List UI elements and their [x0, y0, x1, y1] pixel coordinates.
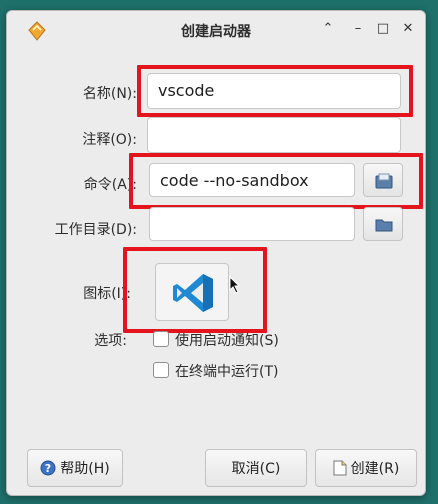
help-icon: ?: [40, 460, 56, 476]
command-label: 命令(A):: [83, 177, 137, 193]
workdir-field[interactable]: [149, 207, 355, 241]
folder-icon: [375, 219, 393, 232]
create-button-label: 创建(R): [350, 461, 400, 477]
create-launcher-dialog: 创建启动器 ⌃ – □ ✕ 名称(N): vscode 注释(O): 命令(A)…: [6, 10, 426, 496]
notify-option-label[interactable]: 使用启动通知(S): [175, 330, 279, 350]
minimize-icon[interactable]: –: [349, 20, 367, 38]
mouse-cursor-icon: [229, 276, 241, 294]
browse-directory-button[interactable]: [363, 207, 403, 241]
icon-highlight-box: [123, 247, 267, 333]
close-icon[interactable]: ✕: [399, 20, 417, 38]
svg-text:?: ?: [45, 462, 51, 475]
comment-label: 注释(O):: [82, 132, 137, 148]
name-highlight-box: [137, 65, 413, 117]
help-button-label: 帮助(H): [60, 461, 110, 477]
comment-field[interactable]: [147, 117, 401, 153]
help-button[interactable]: ? 帮助(H): [27, 449, 123, 487]
command-highlight-box: [129, 153, 423, 209]
create-button[interactable]: 创建(R): [315, 449, 417, 487]
name-label: 名称(N):: [82, 86, 137, 102]
terminal-option-label[interactable]: 在终端中运行(T): [175, 361, 278, 381]
options-label: 选项:: [94, 333, 127, 349]
icon-label: 图标(I):: [83, 286, 131, 302]
maximize-icon[interactable]: □: [374, 20, 392, 38]
terminal-checkbox[interactable]: [153, 362, 169, 378]
notify-checkbox[interactable]: [153, 331, 169, 347]
chevron-up-icon[interactable]: ⌃: [319, 20, 337, 38]
cancel-button-label: 取消(C): [231, 461, 281, 477]
new-document-icon: [333, 460, 347, 476]
title-bar[interactable]: 创建启动器 ⌃ – □ ✕: [7, 11, 425, 49]
cancel-button[interactable]: 取消(C): [205, 449, 307, 487]
workdir-label: 工作目录(D):: [54, 222, 137, 238]
